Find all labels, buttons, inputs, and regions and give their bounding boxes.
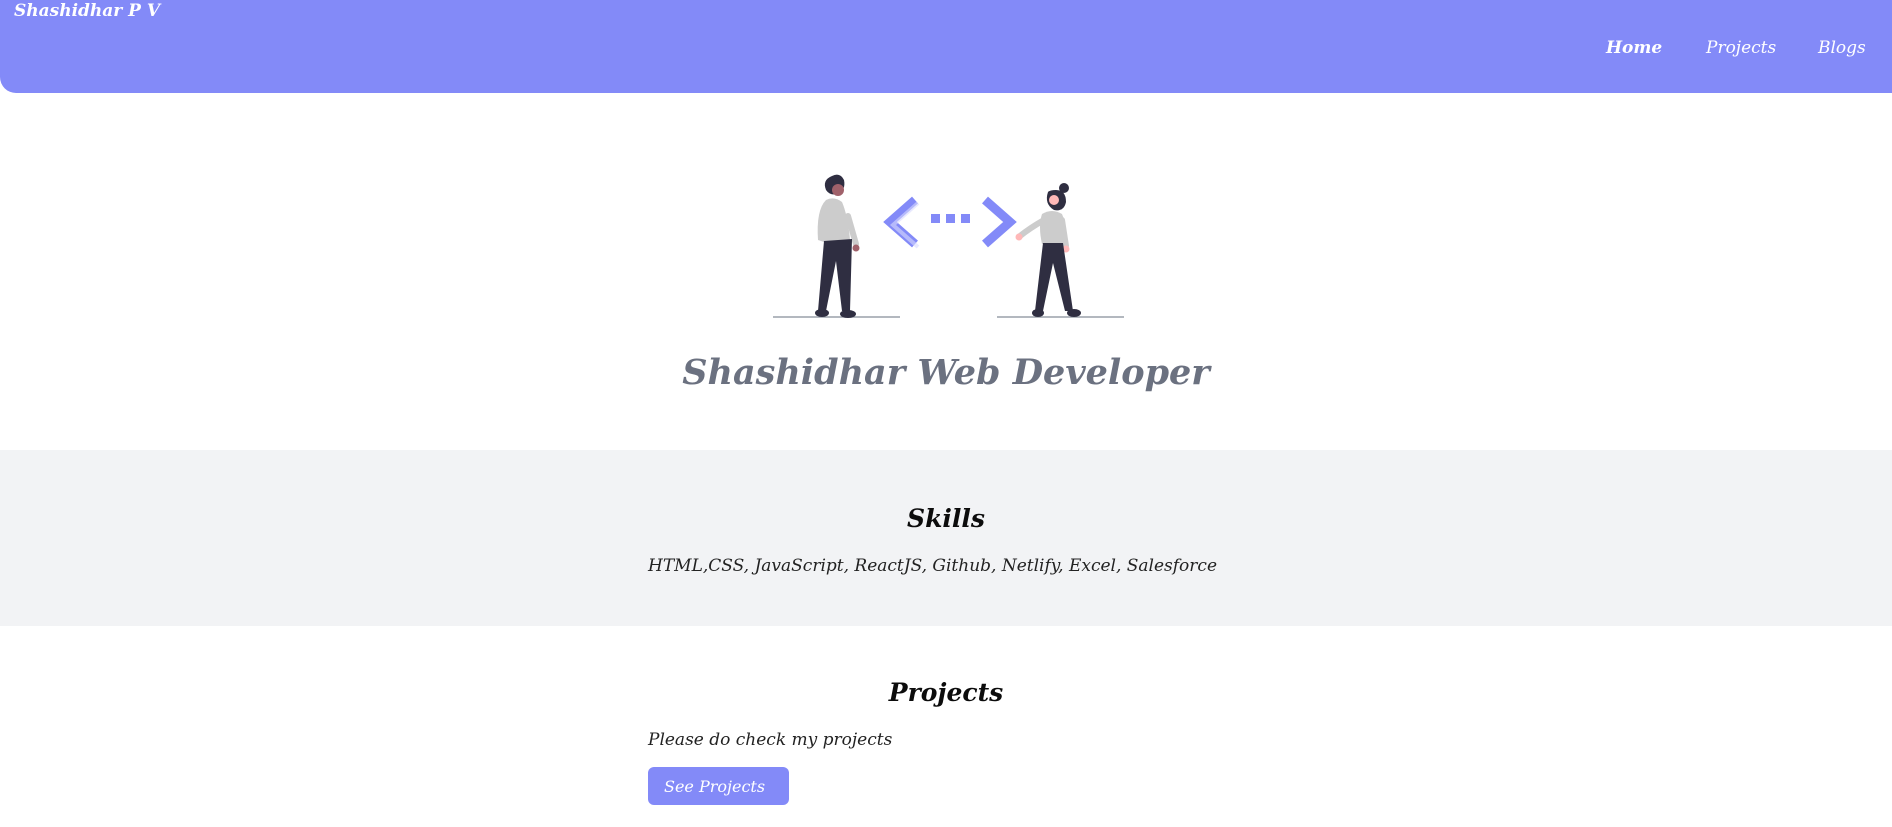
nav-link-home[interactable]: Home	[1606, 38, 1662, 58]
hero-title: Shashidhar Web Developer	[682, 352, 1210, 393]
see-projects-button[interactable]: See Projects	[648, 767, 789, 805]
skills-section: Skills HTML,CSS, JavaScript, ReactJS, Gi…	[0, 450, 1892, 626]
code-brackets-icon	[883, 196, 1017, 249]
person-left-figure	[815, 174, 860, 318]
nav-link-projects[interactable]: Projects	[1706, 38, 1776, 58]
skills-list-text: HTML,CSS, JavaScript, ReactJS, Github, N…	[648, 556, 1218, 576]
developer-illustration	[773, 174, 1124, 318]
nav-link-blogs[interactable]: Blogs	[1818, 38, 1866, 58]
projects-description: Please do check my projects	[648, 730, 893, 750]
skills-heading: Skills	[907, 504, 985, 533]
person-right-figure	[1015, 183, 1081, 317]
brand-name[interactable]: Shashidhar P V	[14, 1, 160, 21]
navbar: Shashidhar P V Home Projects Blogs	[0, 0, 1892, 93]
projects-heading: Projects	[888, 678, 1004, 707]
